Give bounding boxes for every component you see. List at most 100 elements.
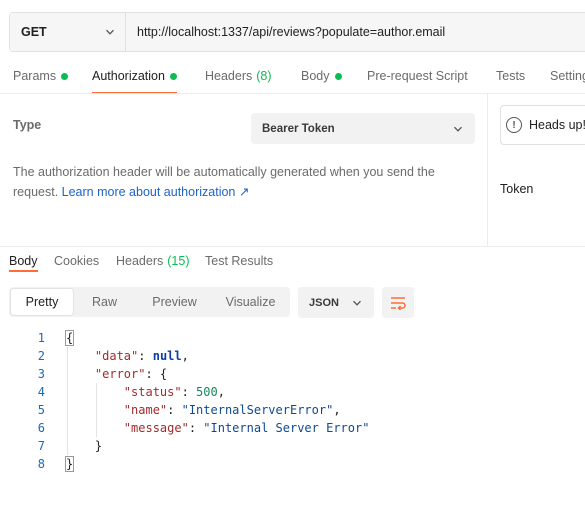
code-token: "data" (94, 349, 139, 363)
code-token: } (64, 456, 75, 472)
indent-guide (67, 347, 68, 455)
response-tab-test-results[interactable]: Test Results (205, 254, 273, 268)
tab-count-badge: (8) (256, 69, 272, 83)
method-label: GET (21, 25, 47, 39)
tab-headers[interactable]: Headers (8) (205, 64, 272, 88)
line-number: 1 (37, 331, 45, 345)
response-tab-body[interactable]: Body (9, 254, 38, 272)
tab-tests[interactable]: Tests (496, 64, 525, 88)
response-tab-headers[interactable]: Headers (15) (116, 254, 189, 268)
tab-pre-request-script[interactable]: Pre-request Script (367, 64, 468, 88)
code-line: 3 "error": { (0, 365, 585, 383)
code-token: null (152, 349, 182, 363)
tab-label: Settings (550, 69, 585, 83)
format-select[interactable]: JSON (298, 287, 374, 318)
code-token: "name" (123, 403, 168, 417)
chevron-down-icon (353, 300, 361, 306)
code-token: , (333, 403, 341, 417)
method-select[interactable]: GET (10, 13, 126, 51)
code-text: "error": { (66, 365, 167, 383)
auth-panel-divider (487, 93, 488, 246)
code-text: "name": "InternalServerError", (66, 401, 341, 419)
code-token: } (66, 439, 103, 453)
code-token: : (167, 403, 182, 417)
wrap-lines-icon (391, 296, 406, 310)
tab-label: Cookies (54, 254, 100, 268)
request-url-bar: GET http://localhost:1337/api/reviews?po… (9, 12, 585, 52)
tab-label: Body (301, 69, 330, 83)
code-token: : (138, 349, 153, 363)
code-token: { (64, 330, 75, 346)
line-number: 2 (37, 349, 45, 363)
line-number: 6 (37, 421, 45, 435)
code-token: "Internal Server Error" (203, 421, 370, 435)
heads-up-text: Heads up! (529, 118, 585, 132)
format-value: JSON (309, 296, 339, 309)
view-mode-group: Pretty Raw Preview Visualize (9, 287, 290, 317)
code-token: "InternalServerError" (181, 403, 334, 417)
code-token: : { (145, 367, 168, 381)
status-dot-icon (169, 72, 177, 80)
code-line: 2 "data": null, (0, 347, 585, 365)
code-token: : (188, 421, 204, 435)
status-dot-icon (334, 72, 342, 80)
tab-count-badge: (15) (167, 254, 190, 268)
line-number: 8 (37, 457, 45, 471)
tab-label: Tests (496, 69, 526, 83)
tab-label: Test Results (205, 254, 274, 268)
code-token: "message" (123, 421, 189, 435)
tab-label: Headers (116, 254, 164, 268)
view-preview-button[interactable]: Preview (136, 289, 213, 315)
code-token: : (181, 385, 197, 399)
code-line: 8} (0, 455, 585, 473)
tab-authorization[interactable]: Authorization (92, 64, 177, 94)
tab-label: Authorization (92, 69, 165, 83)
code-line: 7 } (0, 437, 585, 455)
code-token: , (217, 385, 225, 399)
token-label: Token (500, 182, 534, 196)
view-visualize-button[interactable]: Visualize (213, 289, 288, 315)
chevron-down-icon (454, 126, 462, 132)
code-text: { (64, 329, 75, 347)
code-text: "data": null, (66, 347, 189, 365)
auth-type-select[interactable]: Bearer Token (251, 113, 475, 144)
code-text: } (64, 455, 75, 473)
heads-up-banner: ! Heads up! (500, 105, 585, 145)
tab-label: Params (13, 69, 57, 83)
status-dot-icon (61, 72, 69, 80)
code-line: 1{ (0, 329, 585, 347)
view-raw-button[interactable]: Raw (73, 289, 136, 315)
chevron-down-icon (106, 29, 114, 35)
code-token: 500 (196, 385, 218, 399)
tab-label: Body (9, 254, 38, 268)
code-token: "error" (94, 367, 146, 381)
code-line: 4 "status": 500, (0, 383, 585, 401)
response-body-code[interactable]: 1{2 "data": null, 3 "error": {4 "status":… (0, 329, 585, 473)
auth-description: The authorization header will be automat… (13, 162, 483, 202)
url-text: http://localhost:1337/api/reviews?popula… (137, 25, 446, 39)
auth-type-label: Type (13, 118, 42, 132)
line-number: 5 (37, 403, 45, 417)
code-line: 5 "name": "InternalServerError", (0, 401, 585, 419)
code-token: , (181, 349, 189, 363)
url-input[interactable]: http://localhost:1337/api/reviews?popula… (126, 13, 585, 51)
request-tabs: Params Authorization Headers (8) Body Pre-req… (0, 64, 585, 94)
tab-params[interactable]: Params (13, 64, 69, 88)
tab-label: Headers (205, 69, 253, 83)
learn-more-link[interactable]: Learn more about authorization ↗ (62, 185, 250, 199)
code-text: "message": "Internal Server Error" (66, 419, 370, 437)
view-pretty-button[interactable]: Pretty (11, 289, 73, 315)
tab-body[interactable]: Body (301, 64, 342, 88)
response-tab-cookies[interactable]: Cookies (54, 254, 99, 268)
line-number: 4 (37, 385, 45, 399)
tab-settings[interactable]: Settings (550, 64, 585, 88)
auth-type-value: Bearer Token (262, 122, 335, 135)
wrap-lines-button[interactable] (382, 287, 414, 318)
response-divider (0, 246, 585, 247)
tab-label: Pre-request Script (367, 69, 468, 83)
request-tabs-divider (0, 93, 585, 94)
